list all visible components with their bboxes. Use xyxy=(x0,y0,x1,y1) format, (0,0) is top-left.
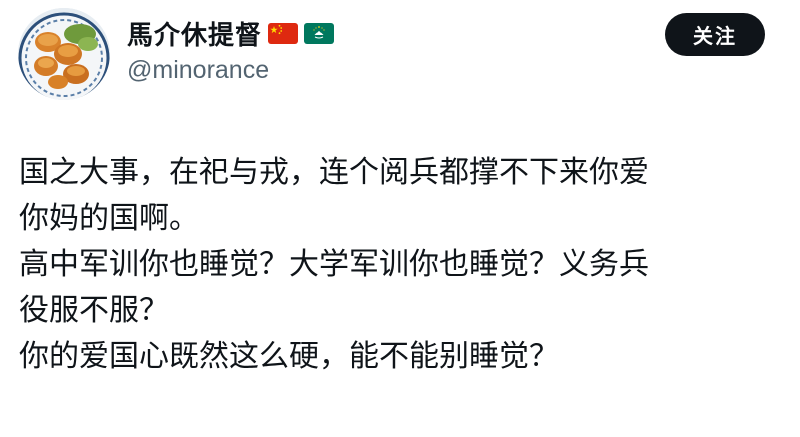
avatar[interactable] xyxy=(18,8,110,100)
display-name[interactable]: 馬介休提督 xyxy=(127,15,262,52)
china-flag-icon xyxy=(268,22,299,44)
tweet-header: 馬介休提督 @minorance 关注 xyxy=(0,0,800,110)
tweet-line: 你的爱国心既然这么硬，能不能别睡觉？ xyxy=(19,339,559,374)
macau-flag-icon xyxy=(304,22,335,44)
food-plate-avatar-icon xyxy=(18,8,110,100)
author-names: 馬介休提督 @minorance xyxy=(127,14,335,85)
tweet-line: 国之大事，在祀与戎，连个阅兵都撑不下来你爱 xyxy=(19,155,649,190)
tweet-line: 役服不服？ xyxy=(19,293,169,328)
tweet-line: 你妈的国啊。 xyxy=(19,201,199,236)
follow-button[interactable]: 关注 xyxy=(665,13,765,56)
tweet-text: 国之大事，在祀与戎，连个阅兵都撑不下来你爱 你妈的国啊。 高中军训你也睡觉？大学… xyxy=(19,150,789,380)
display-name-row: 馬介休提督 xyxy=(127,14,335,52)
user-handle[interactable]: @minorance xyxy=(127,56,334,85)
tweet-line: 高中军训你也睡觉？大学军训你也睡觉？义务兵 xyxy=(19,247,649,282)
